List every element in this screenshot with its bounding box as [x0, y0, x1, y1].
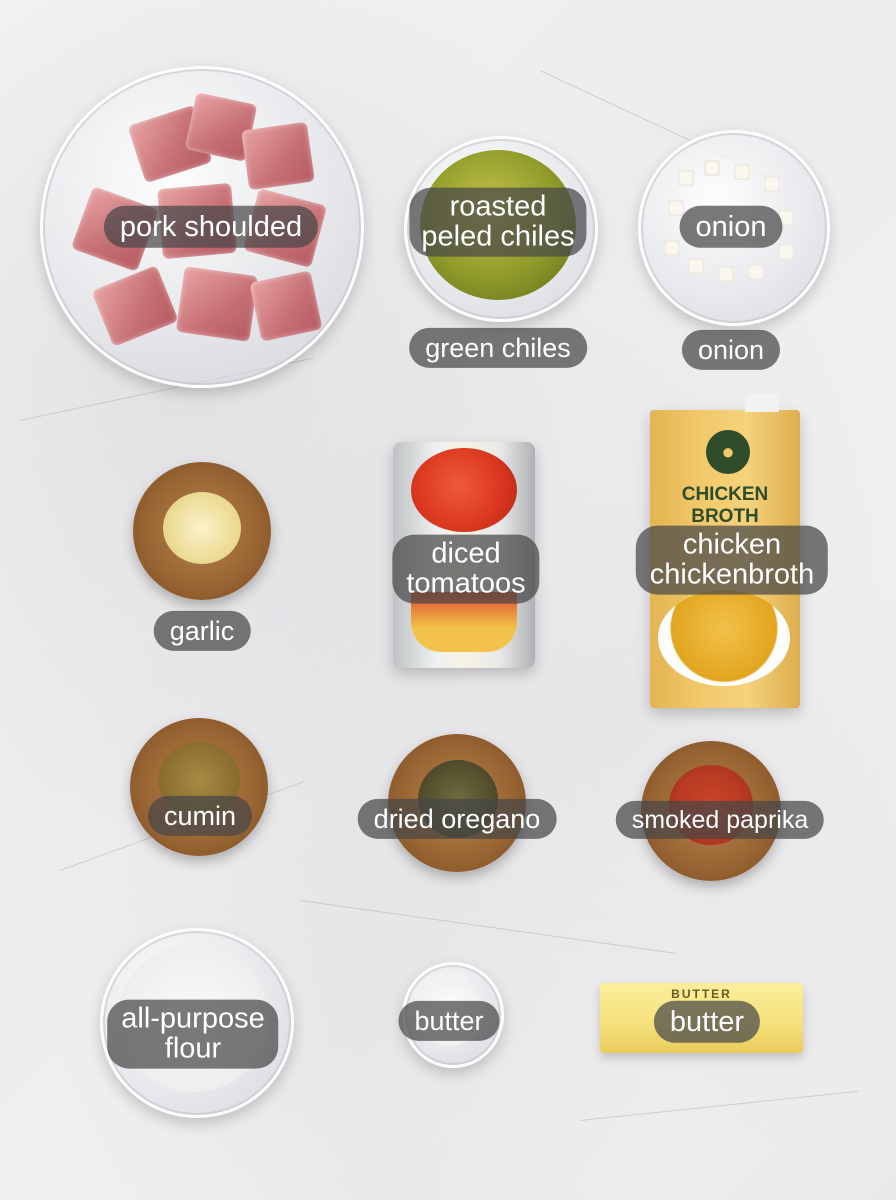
- butter-stick-label: butter: [653, 1000, 761, 1044]
- flour-line-2: flour: [164, 1033, 222, 1065]
- rooster-logo-icon: ●: [706, 430, 750, 474]
- butter-small-label: butter: [398, 1000, 500, 1042]
- flour-label: all-purpose flour: [107, 999, 279, 1069]
- broth-line-2: chickenbroth: [649, 559, 815, 591]
- tomatoes-label: diced tomatoos: [392, 534, 540, 604]
- flour-line-1: all-purpose: [121, 1002, 265, 1035]
- pork-label: pork shoulded: [103, 205, 319, 249]
- pork-cube: [175, 266, 259, 342]
- chiles-top-line-1: roasted: [449, 190, 547, 223]
- onion-bottom-label: onion: [681, 329, 781, 371]
- broth-bowl: [658, 590, 790, 686]
- marble-vein: [579, 1090, 859, 1121]
- chiles-top-line-2: peled chiles: [421, 221, 575, 253]
- butter-wrapper-text: BUTTER: [671, 987, 732, 1001]
- chiles-top-label: roasted peled chiles: [409, 187, 587, 257]
- garlic-bowl: [133, 462, 273, 602]
- broth-label: chicken chickenbroth: [635, 525, 829, 595]
- cumin-label: cumin: [147, 795, 253, 837]
- tomatoes-line-2: tomatoos: [406, 568, 526, 600]
- tomatoes-line-1: diced: [431, 537, 501, 570]
- oregano-label: dried oregano: [357, 798, 557, 840]
- broth-line-1: chicken: [682, 528, 782, 561]
- cumin-bowl: [130, 718, 270, 858]
- marble-vein: [299, 900, 677, 954]
- garlic-label: garlic: [153, 610, 251, 652]
- pork-cube: [249, 270, 323, 342]
- paprika-label: smoked paprika: [615, 800, 825, 840]
- pork-cube: [241, 121, 315, 191]
- onion-top-label: onion: [679, 205, 783, 249]
- green-chiles-label: green chiles: [409, 327, 587, 369]
- carton-line-1: CHICKEN: [681, 484, 769, 505]
